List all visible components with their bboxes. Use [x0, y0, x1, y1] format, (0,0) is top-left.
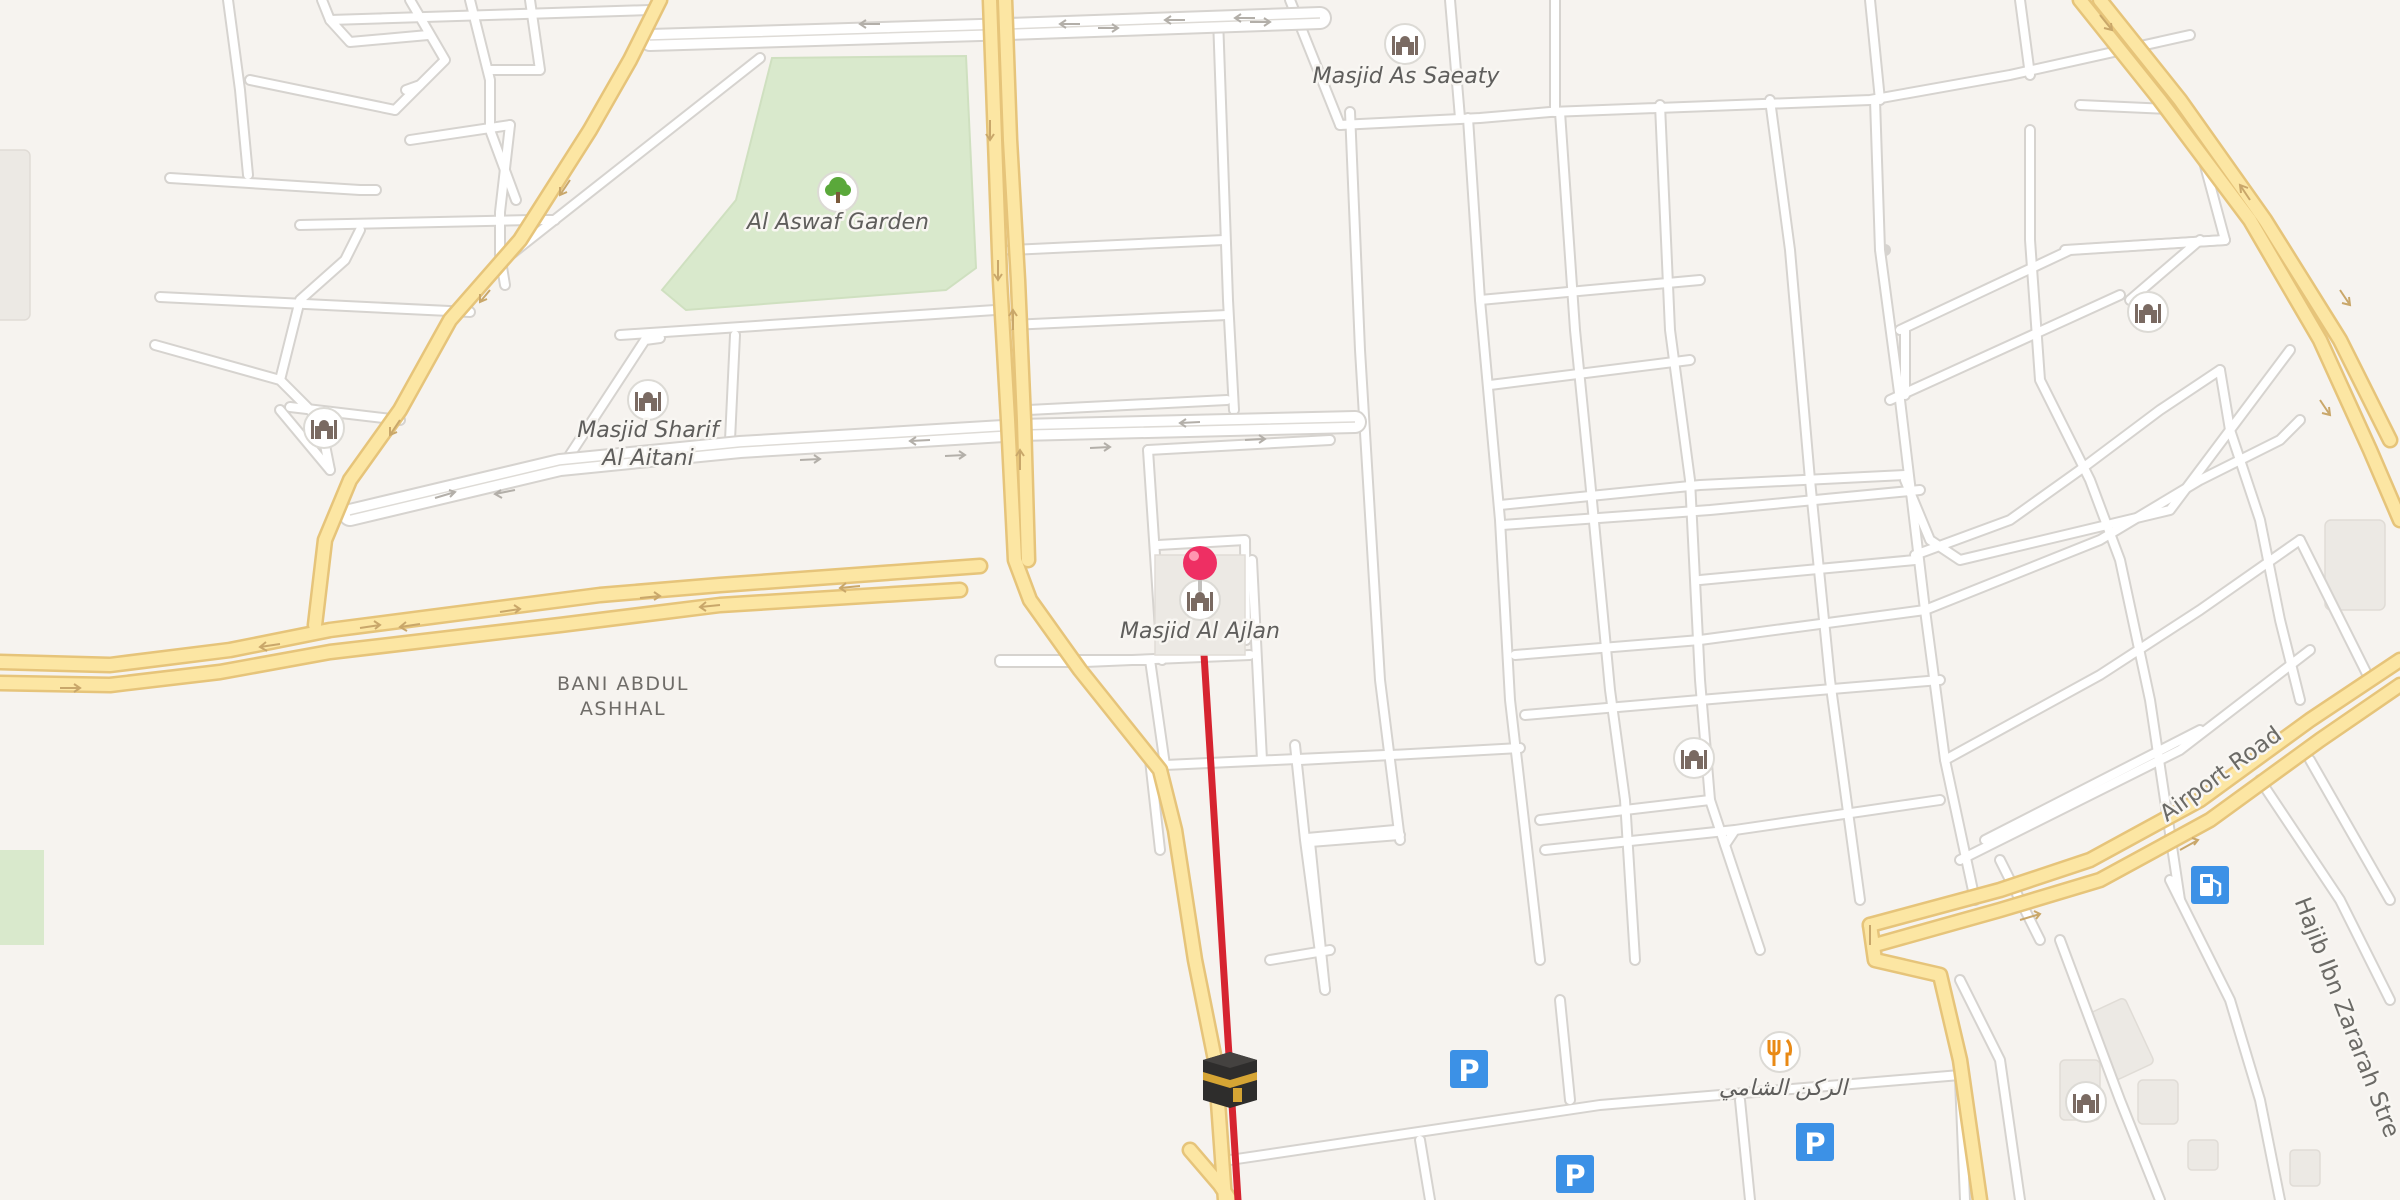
map-canvas[interactable]: BANI ABDUL ASHHAL Al Aswaf Garden Masjid… — [0, 0, 2400, 1200]
restaurant-label: الركن الشامي — [1719, 1076, 1850, 1101]
parking-glyph: P — [1458, 1054, 1479, 1088]
minor-roads-fill — [151, 0, 2394, 1200]
masjid-ajlan-label: Masjid Al Ajlan — [1120, 619, 1280, 644]
parking-poi-3[interactable]: P — [1796, 1123, 1834, 1161]
parking-glyph: P — [1804, 1127, 1825, 1161]
major-road-arrows — [60, 14, 2352, 945]
minor-roads-casing — [149, 0, 2396, 1200]
mosque-poi-east[interactable] — [2127, 291, 2169, 333]
restaurant-poi[interactable]: الركن الشامي — [1716, 1031, 1853, 1104]
masjid-sharif-label-line1: Masjid Sharif — [577, 418, 722, 443]
mosque-poi-saeaty[interactable]: Masjid As Saeaty — [1310, 23, 1503, 92]
mosque-poi-center[interactable] — [1673, 737, 1715, 779]
district-label-line2: ASHHAL — [580, 698, 666, 720]
parking-poi-1[interactable]: P — [1450, 1050, 1488, 1088]
district-label: BANI ABDUL ASHHAL — [557, 673, 689, 720]
masjid-saeaty-label: Masjid As Saeaty — [1313, 64, 1501, 89]
mosque-poi-west[interactable] — [303, 407, 345, 449]
parking-glyph: P — [1564, 1159, 1585, 1193]
parking-poi-2[interactable]: P — [1556, 1155, 1594, 1193]
garden-label: Al Aswaf Garden — [745, 210, 929, 235]
kaaba-marker[interactable] — [1203, 1052, 1257, 1108]
park-area-west — [0, 850, 44, 945]
mosque-poi-southeast[interactable] — [2065, 1081, 2107, 1123]
district-label-line1: BANI ABDUL — [557, 673, 689, 695]
masjid-sharif-label-line2: Al Aitani — [600, 446, 693, 471]
fuel-poi[interactable] — [2191, 866, 2229, 904]
map-view[interactable]: BANI ABDUL ASHHAL Al Aswaf Garden Masjid… — [0, 0, 2400, 1200]
kaaba-icon — [1203, 1052, 1257, 1108]
hajib-street-label: Hajib Ibn Zararah Stre — [2289, 894, 2400, 1141]
